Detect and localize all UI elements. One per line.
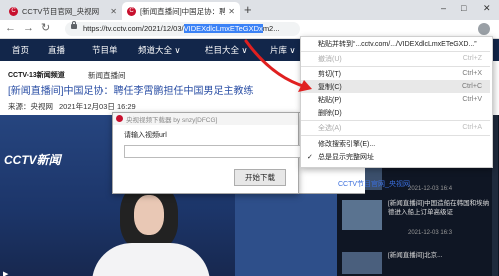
maximize-button[interactable]: □ <box>461 3 466 13</box>
list-item-time: 2021-12-03 16:3 <box>408 230 453 236</box>
menu-separator <box>301 135 490 136</box>
menu-item-shortcut: Ctrl+C <box>461 83 482 90</box>
menu-item-label: 全选(A) <box>318 124 342 132</box>
nav-live[interactable]: 直播 <box>48 39 65 61</box>
list-item-time: 2021-12-03 16:4 <box>408 186 453 192</box>
menu-item-label: 复制(C) <box>318 83 342 91</box>
close-tab-icon[interactable]: ✕ <box>110 7 117 16</box>
anchor-face <box>134 195 164 235</box>
source-line: 来源：央视网 2021年12月03日 16:29 <box>8 101 136 112</box>
nav-schedule[interactable]: 节目单 <box>92 39 118 61</box>
forward-arrow-icon[interactable]: → <box>23 21 34 36</box>
cctv-home-link[interactable]: CCTV节目官网_央视网 <box>338 179 410 189</box>
menu-item-delete[interactable]: 删除(D) <box>301 106 490 119</box>
source-label: 来源：央视网 <box>8 102 53 111</box>
menu-item-label: 粘贴并转到“...cctv.com/.../VIDEXdlcLmxETeGXD.… <box>318 40 477 48</box>
tab-title: [新闻直播间]中国足协：聘任李霄 <box>140 6 226 16</box>
lock-icon[interactable] <box>71 21 77 29</box>
new-tab-button[interactable]: + <box>244 3 252 17</box>
menu-item-shortcut: Ctrl+V <box>462 96 482 103</box>
publish-time: 2021年12月03日 16:29 <box>59 102 136 111</box>
menu-item-select-all[interactable]: 全选(A) Ctrl+A <box>301 121 490 134</box>
menu-item-label: 剪切(T) <box>318 70 341 78</box>
nav-home[interactable]: 首页 <box>12 39 29 61</box>
menu-item-show-full-url[interactable]: ✓ 总是显示完整网址 <box>301 150 490 163</box>
url-field-label: 请输入视频url <box>124 132 167 139</box>
channel-logo[interactable]: CCTV-13新闻频道 <box>8 70 65 80</box>
menu-item-shortcut: Ctrl+A <box>462 124 482 131</box>
tab-news-video[interactable]: C [新闻直播间]中国足协：聘任李霄 ✕ <box>122 2 240 20</box>
cctv-favicon-icon: C <box>127 6 136 16</box>
play-icon[interactable]: ▶ <box>3 270 8 276</box>
cctv-favicon-icon: C <box>9 6 18 16</box>
section-label[interactable]: 新闻直播间 <box>88 70 126 81</box>
dialog-title: 央视视频下载器 by snzy[DFCG] <box>126 117 218 124</box>
close-window-button[interactable]: ✕ <box>483 3 491 14</box>
video-thumbnail <box>342 200 382 230</box>
menu-item-label: 撤消(U) <box>318 55 342 63</box>
minimize-button[interactable]: – <box>441 3 446 13</box>
url-rest: m2... <box>262 24 280 33</box>
nav-channels[interactable]: 频道大全 ∨ <box>138 39 181 61</box>
back-arrow-icon[interactable]: ← <box>5 21 16 36</box>
reload-icon[interactable]: ↻ <box>41 21 50 36</box>
list-item[interactable]: [新闻直播间]北京... <box>342 252 492 274</box>
menu-item-label: 修改搜索引擎(E)... <box>318 140 376 148</box>
menu-item-shortcut: Ctrl+Z <box>462 55 482 62</box>
article-title: [新闻直播间]中国足协：聘任李霄鹏担任中国男足主教练 <box>8 86 254 97</box>
menu-item-shortcut: Ctrl+X <box>462 70 482 77</box>
url-selected: VIDEXdlcLmxETeGXDx <box>183 24 263 33</box>
cctv-news-logo: CCTV新闻 <box>4 153 61 167</box>
menu-item-cut[interactable]: 剪切(T) Ctrl+X <box>301 67 490 80</box>
menu-item-label: 粘贴(P) <box>318 96 342 104</box>
video-thumbnail <box>342 252 382 274</box>
menu-item-paste-and-go[interactable]: 粘贴并转到“...cctv.com/.../VIDEXdlcLmxETeGXD.… <box>301 37 490 50</box>
menu-item-label: 总是显示完整网址 <box>318 153 374 161</box>
menu-item-paste[interactable]: 粘贴(P) Ctrl+V <box>301 93 490 106</box>
url-text[interactable]: https://tv.cctv.com/2021/12/03/VIDEXdlcL… <box>83 22 299 36</box>
list-item-title: [新闻直播间]中国造船在韩国和埃纳德进入船上订单高级证 <box>388 200 490 216</box>
menu-item-copy[interactable]: 复制(C) Ctrl+C <box>301 80 490 93</box>
profile-avatar[interactable] <box>478 23 490 35</box>
app-icon <box>116 115 123 122</box>
tab-cctv-home[interactable]: C CCTV节目官网_央视网 ✕ <box>4 2 122 20</box>
menu-item-undo[interactable]: 撤消(U) Ctrl+Z <box>301 52 490 65</box>
list-item-title: [新闻直播间]北京... <box>388 252 443 259</box>
tab-title: CCTV节目官网_央视网 <box>22 6 100 16</box>
url-prefix: https://tv.cctv.com/2021/12/03/ <box>83 24 184 33</box>
menu-item-edit-search-engines[interactable]: 修改搜索引擎(E)... <box>301 137 490 150</box>
close-tab-icon[interactable]: ✕ <box>228 7 235 16</box>
red-arrow-annotation <box>244 39 312 92</box>
checkmark-icon: ✓ <box>307 153 313 161</box>
menu-item-label: 删除(D) <box>318 109 342 117</box>
start-download-button[interactable]: 开始下载 <box>234 169 286 186</box>
